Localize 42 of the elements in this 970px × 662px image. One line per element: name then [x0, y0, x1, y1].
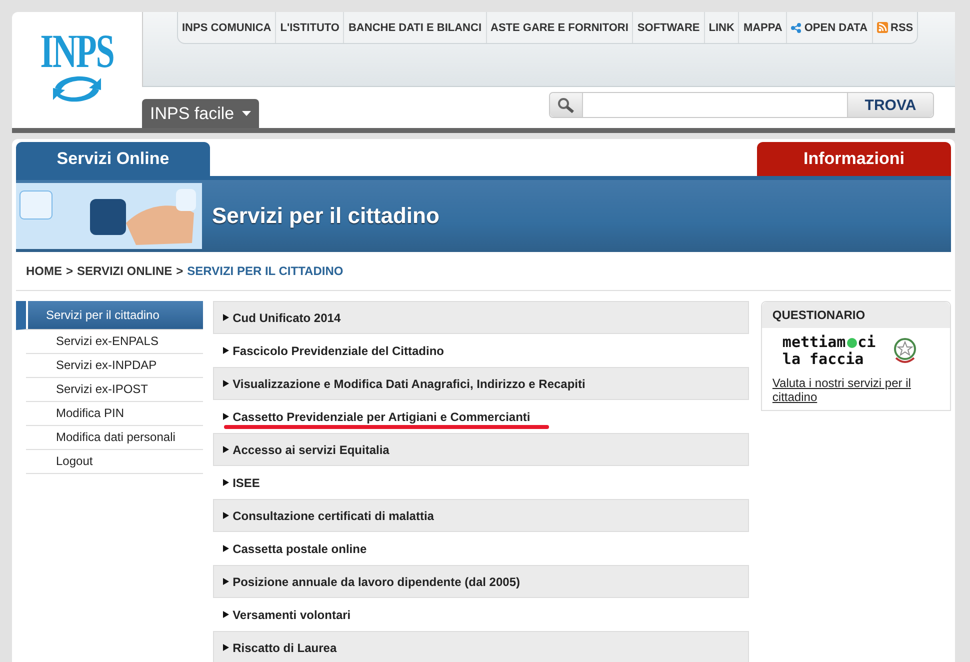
card-title: QUESTIONARIO: [762, 302, 950, 328]
sidebar-item[interactable]: Modifica PIN: [26, 402, 203, 426]
breadcrumb-link[interactable]: SERVIZI ONLINE: [77, 264, 172, 278]
breadcrumb-separator: >: [176, 264, 184, 278]
tab[interactable]: Servizi Online: [16, 142, 210, 176]
survey-link[interactable]: Valuta i nostri servizi per il cittadino: [762, 372, 950, 410]
breadcrumb-separator: >: [66, 264, 74, 278]
service-link[interactable]: Visualizzazione e Modifica Dati Anagrafici, Indirizzo e Recapiti: [212, 367, 750, 400]
nav-link[interactable]: RSS: [872, 12, 918, 43]
logo-text: INPS: [40, 26, 114, 80]
nav-link[interactable]: L'ISTITUTO: [275, 12, 344, 43]
service-link[interactable]: Versamenti volontari: [212, 598, 750, 631]
inps-facile-menu[interactable]: INPS facile: [142, 99, 260, 128]
nav-link[interactable]: MAPPA: [738, 12, 786, 43]
nav-link[interactable]: INPS COMUNICA: [178, 12, 276, 43]
sidebar-item[interactable]: Servizi ex-ENPALS: [26, 330, 203, 354]
service-link[interactable]: Cassetto Previdenziale per Artigiani e Commercianti: [212, 400, 750, 433]
breadcrumb-link[interactable]: HOME: [26, 264, 62, 278]
nav-link[interactable]: SOFTWARE: [632, 12, 704, 43]
tab[interactable]: Informazioni: [757, 142, 951, 176]
breadcrumb-link[interactable]: SERVIZI PER IL CITTADINO: [187, 264, 344, 278]
nav-link[interactable]: LINK: [704, 12, 738, 43]
sidebar-item[interactable]: Servizi ex-IPOST: [26, 378, 203, 402]
service-link[interactable]: Posizione annuale da lavoro dipendente (dal 2005): [212, 565, 750, 598]
sidebar-item[interactable]: Servizi per il cittadino: [16, 301, 203, 330]
service-link[interactable]: ISEE: [212, 466, 750, 499]
service-link[interactable]: Riscatto di Laurea: [212, 631, 750, 662]
service-link[interactable]: Cassetta postale online: [212, 532, 750, 565]
nav-link[interactable]: BANCHE DATI E BILANCI: [343, 12, 486, 43]
nav-link[interactable]: OPEN DATA: [786, 12, 872, 43]
search-field[interactable]: TROVA: [549, 92, 934, 118]
sidebar-item[interactable]: Servizi ex-INPDAP: [26, 354, 203, 378]
service-link[interactable]: Consultazione certificati di malattia: [212, 499, 750, 532]
service-link[interactable]: Accesso ai servizi Equitalia: [212, 433, 750, 466]
nav-link[interactable]: ASTE GARE E FORNITORI: [486, 12, 632, 43]
mettiamoci-la-faccia-logo: mettiam ci la faccia: [782, 334, 876, 368]
sidebar-item[interactable]: Logout: [26, 450, 203, 474]
service-link[interactable]: Fascicolo Previdenziale del Cittadino: [212, 334, 750, 367]
sidebar-item[interactable]: Modifica dati personali: [26, 426, 203, 450]
page-title: Servizi per il cittadino: [211, 202, 440, 230]
service-link[interactable]: Cud Unificato 2014: [212, 301, 750, 334]
search-button[interactable]: TROVA: [847, 93, 933, 117]
